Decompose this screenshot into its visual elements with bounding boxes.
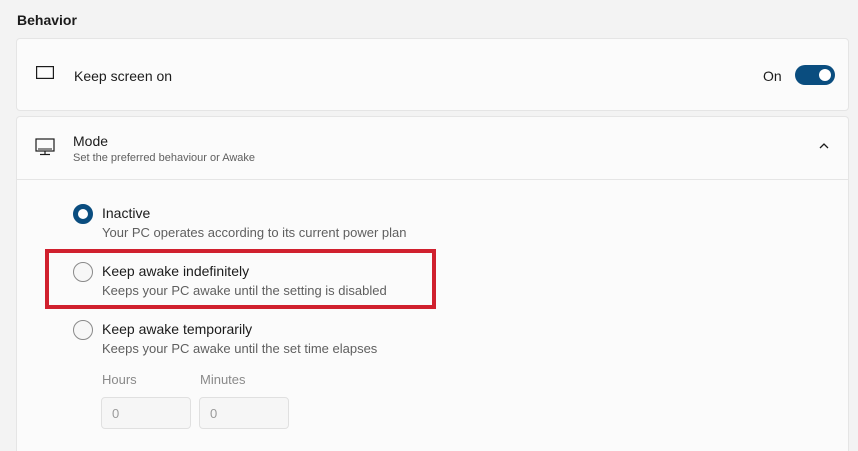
- mode-expander-header[interactable]: Mode Set the preferred behaviour or Awak…: [17, 117, 848, 179]
- hours-input[interactable]: [101, 397, 191, 429]
- radio-option-title: Keep awake temporarily: [102, 321, 253, 337]
- radio-option-title: Keep awake indefinitely: [102, 263, 250, 279]
- monitor-outline-icon: [36, 66, 54, 79]
- radio-button-checked[interactable]: [73, 204, 93, 224]
- radio-option-keep-awake-indefinitely[interactable]: Keep awake indefinitely Keeps your PC aw…: [73, 261, 413, 301]
- radio-button[interactable]: [73, 262, 93, 282]
- keep-screen-toggle[interactable]: [795, 65, 835, 85]
- radio-option-description: Keeps your PC awake until the setting is…: [102, 283, 387, 298]
- awake-settings-page: Behavior Keep screen on On Mode Set the …: [0, 0, 858, 451]
- radio-option-keep-awake-temporarily[interactable]: Keep awake temporarily Keeps your PC awa…: [73, 319, 393, 359]
- minutes-label: Minutes: [200, 372, 246, 387]
- mode-card: Mode Set the preferred behaviour or Awak…: [16, 116, 849, 451]
- toggle-knob: [819, 69, 831, 81]
- hours-label: Hours: [102, 372, 137, 387]
- radio-option-inactive[interactable]: Inactive Your PC operates according to i…: [73, 203, 433, 243]
- chevron-up-icon[interactable]: [818, 141, 830, 151]
- divider: [17, 179, 848, 180]
- radio-button[interactable]: [73, 320, 93, 340]
- keep-screen-card: Keep screen on On: [16, 38, 849, 111]
- radio-option-title: Inactive: [102, 205, 151, 221]
- radio-option-description: Keeps your PC awake until the set time e…: [102, 341, 378, 356]
- toggle-state-label: On: [763, 68, 782, 84]
- keep-screen-title: Keep screen on: [74, 68, 173, 84]
- mode-description: Set the preferred behaviour or Awake: [73, 152, 256, 164]
- radio-option-description: Your PC operates according to its curren…: [102, 225, 407, 240]
- minutes-input[interactable]: [199, 397, 289, 429]
- desktop-icon: [35, 138, 55, 156]
- mode-title: Mode: [73, 133, 109, 149]
- section-title: Behavior: [17, 12, 77, 28]
